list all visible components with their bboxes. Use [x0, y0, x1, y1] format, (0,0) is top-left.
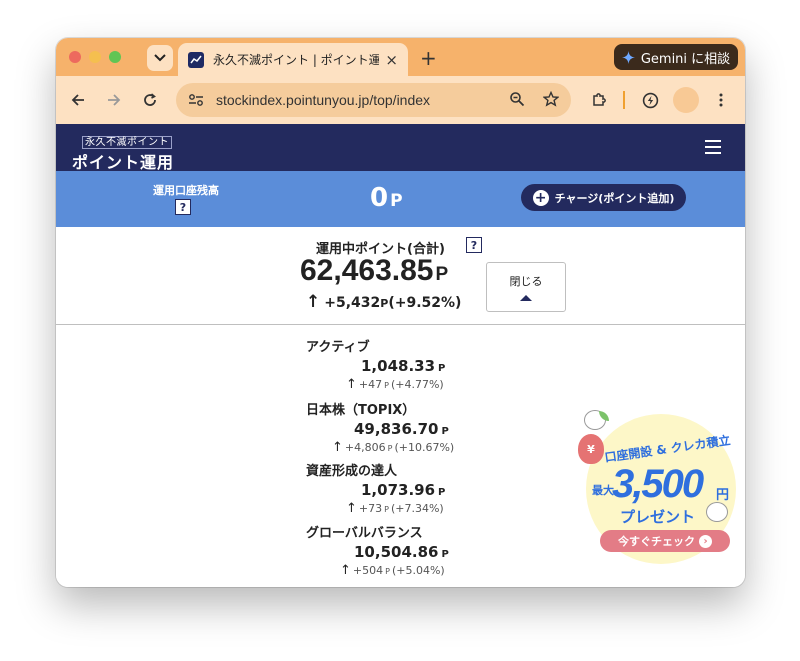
- fund-name: 日本株（TOPIX）: [306, 403, 416, 418]
- balance-amount: 0: [370, 183, 389, 213]
- url-text[interactable]: stockindex.pointunyou.jp/top/index: [216, 92, 430, 108]
- summary-change-value: +5,432: [324, 295, 381, 311]
- summary-change-pct: (+9.52%): [388, 295, 462, 311]
- bird-mascot-icon: [584, 410, 609, 430]
- fund-change: ↑ +504 P (+5.04%): [340, 563, 445, 578]
- site-settings-icon[interactable]: [188, 93, 204, 107]
- fund-value: 10,504.86 P: [354, 543, 449, 561]
- fund-value: 1,048.33 P: [361, 357, 446, 375]
- balance-value: 0P: [370, 183, 403, 213]
- arrow-up-icon: ↑: [332, 440, 343, 455]
- summary-total-value: 62,463.85: [300, 254, 434, 287]
- hamburger-menu-icon[interactable]: [705, 140, 721, 154]
- tab-strip: 永久不滅ポイント | ポイント運用 × + Gemini に相談: [56, 38, 745, 76]
- balance-help-icon[interactable]: ?: [175, 199, 191, 215]
- summary-total-unit: P: [435, 264, 449, 285]
- balance-bar: 運用口座残高 ? 0P + チャージ(ポイント追加): [56, 171, 745, 227]
- fund-item-asset-master[interactable]: 資産形成の達人 1,073.96 P ↑ +73 P (+7.34%): [306, 460, 506, 516]
- reload-button[interactable]: [138, 88, 162, 112]
- close-button-label: 閉じる: [509, 275, 543, 288]
- fund-item-active[interactable]: アクティブ 1,048.33 P ↑ +47 P (+4.77%): [306, 336, 506, 392]
- page-content: 永久不滅ポイント ポイント運用 運用口座残高 ? 0P + チャージ(ポイント追…: [56, 124, 745, 587]
- puzzle-icon: [593, 93, 606, 106]
- minimize-window-button[interactable]: [89, 51, 101, 63]
- back-button[interactable]: [66, 88, 90, 112]
- charge-button[interactable]: + チャージ(ポイント追加): [521, 184, 686, 211]
- lightning-icon: [642, 92, 658, 108]
- triangle-up-icon: [520, 295, 532, 301]
- address-bar[interactable]: stockindex.pointunyou.jp/top/index: [176, 83, 571, 117]
- reload-icon: [144, 93, 156, 106]
- summary-help-icon[interactable]: ?: [466, 237, 482, 253]
- promo-yen: 円: [716, 488, 730, 503]
- toolbar-divider: [622, 88, 626, 112]
- fund-value: 1,073.96 P: [361, 481, 446, 499]
- bird-mascot-icon: [706, 502, 728, 522]
- chevron-down-icon: [154, 54, 166, 62]
- browser-tab-active[interactable]: 永久不滅ポイント | ポイント運用 ×: [178, 43, 408, 76]
- gemini-button[interactable]: Gemini に相談: [614, 44, 738, 70]
- fund-item-topix[interactable]: 日本株（TOPIX） 49,836.70 P ↑ +4,806 P (+10.67%): [306, 399, 506, 455]
- arrow-up-icon: ↑: [346, 377, 357, 392]
- plus-circle-icon: +: [532, 189, 549, 206]
- fund-value: 49,836.70 P: [354, 420, 449, 438]
- close-button[interactable]: 閉じる: [486, 262, 566, 312]
- browser-toolbar: stockindex.pointunyou.jp/top/index: [56, 76, 745, 124]
- performance-button[interactable]: [638, 88, 662, 112]
- tab-title: 永久不滅ポイント | ポイント運用: [213, 53, 380, 67]
- gemini-sparkle-icon: [621, 50, 635, 64]
- balance-label: 運用口座残高: [153, 184, 219, 197]
- arrow-up-icon: ↑: [306, 292, 321, 312]
- fund-name: アクティブ: [306, 340, 370, 355]
- extensions-button[interactable]: [587, 88, 611, 112]
- profile-button[interactable]: [673, 87, 699, 113]
- arrow-left-icon: [71, 94, 84, 106]
- fund-change: ↑ +4,806 P (+10.67%): [332, 440, 455, 455]
- site-logo[interactable]: ポイント運用: [72, 149, 174, 173]
- money-bag-icon: ¥: [578, 434, 604, 464]
- gemini-label: Gemini に相談: [640, 51, 731, 67]
- logo-subtitle: 永久不滅ポイント: [82, 136, 172, 149]
- summary-total: 62,463.85 P: [300, 254, 448, 288]
- zoom-icon[interactable]: [509, 91, 525, 107]
- browser-menu-button[interactable]: [711, 88, 731, 112]
- promo-check-label: 今すぐチェック: [618, 535, 695, 548]
- fund-change: ↑ +73 P (+7.34%): [346, 501, 444, 516]
- tab-close-icon[interactable]: ×: [385, 51, 398, 69]
- bookmark-star-icon[interactable]: [543, 91, 559, 107]
- fund-name: 資産形成の達人: [306, 464, 398, 479]
- promo-present-label: プレゼント: [620, 508, 696, 526]
- balance-unit: P: [390, 191, 403, 211]
- fund-change: ↑ +47 P (+4.77%): [346, 377, 444, 392]
- kebab-menu-icon: [719, 93, 723, 107]
- avatar: [673, 87, 699, 113]
- charge-button-label: チャージ(ポイント追加): [554, 191, 675, 205]
- site-header: 永久不滅ポイント ポイント運用: [56, 124, 745, 173]
- promo-banner[interactable]: ¥ 口座開設 & クレカ積立 最大 3,500 円 プレゼント 今すぐチェック …: [576, 402, 736, 587]
- browser-window: 永久不滅ポイント | ポイント運用 × + Gemini に相談 stockin…: [56, 38, 745, 587]
- arrow-right-icon: [108, 94, 121, 106]
- forward-button[interactable]: [102, 88, 126, 112]
- arrow-up-icon: ↑: [340, 563, 351, 578]
- new-tab-button[interactable]: +: [420, 46, 437, 70]
- fund-item-global-balance[interactable]: グローバルバランス 10,504.86 P ↑ +504 P (+5.04%): [306, 522, 506, 578]
- chevron-right-icon: ›: [699, 534, 712, 548]
- points-summary: 運用中ポイント(合計) ? 62,463.85 P ↑ +5,432P(+9.52%…: [56, 227, 745, 325]
- site-favicon-icon: [188, 51, 204, 68]
- summary-change: ↑ +5,432P(+9.52%): [306, 292, 461, 312]
- fund-name: グローバルバランス: [306, 526, 423, 541]
- tab-search-button[interactable]: [147, 45, 173, 71]
- arrow-up-icon: ↑: [346, 501, 357, 516]
- promo-check-button[interactable]: 今すぐチェック ›: [600, 530, 730, 552]
- close-window-button[interactable]: [69, 51, 81, 63]
- promo-max-label: 最大: [592, 484, 614, 497]
- promo-amount: 3,500: [612, 462, 704, 506]
- maximize-window-button[interactable]: [109, 51, 121, 63]
